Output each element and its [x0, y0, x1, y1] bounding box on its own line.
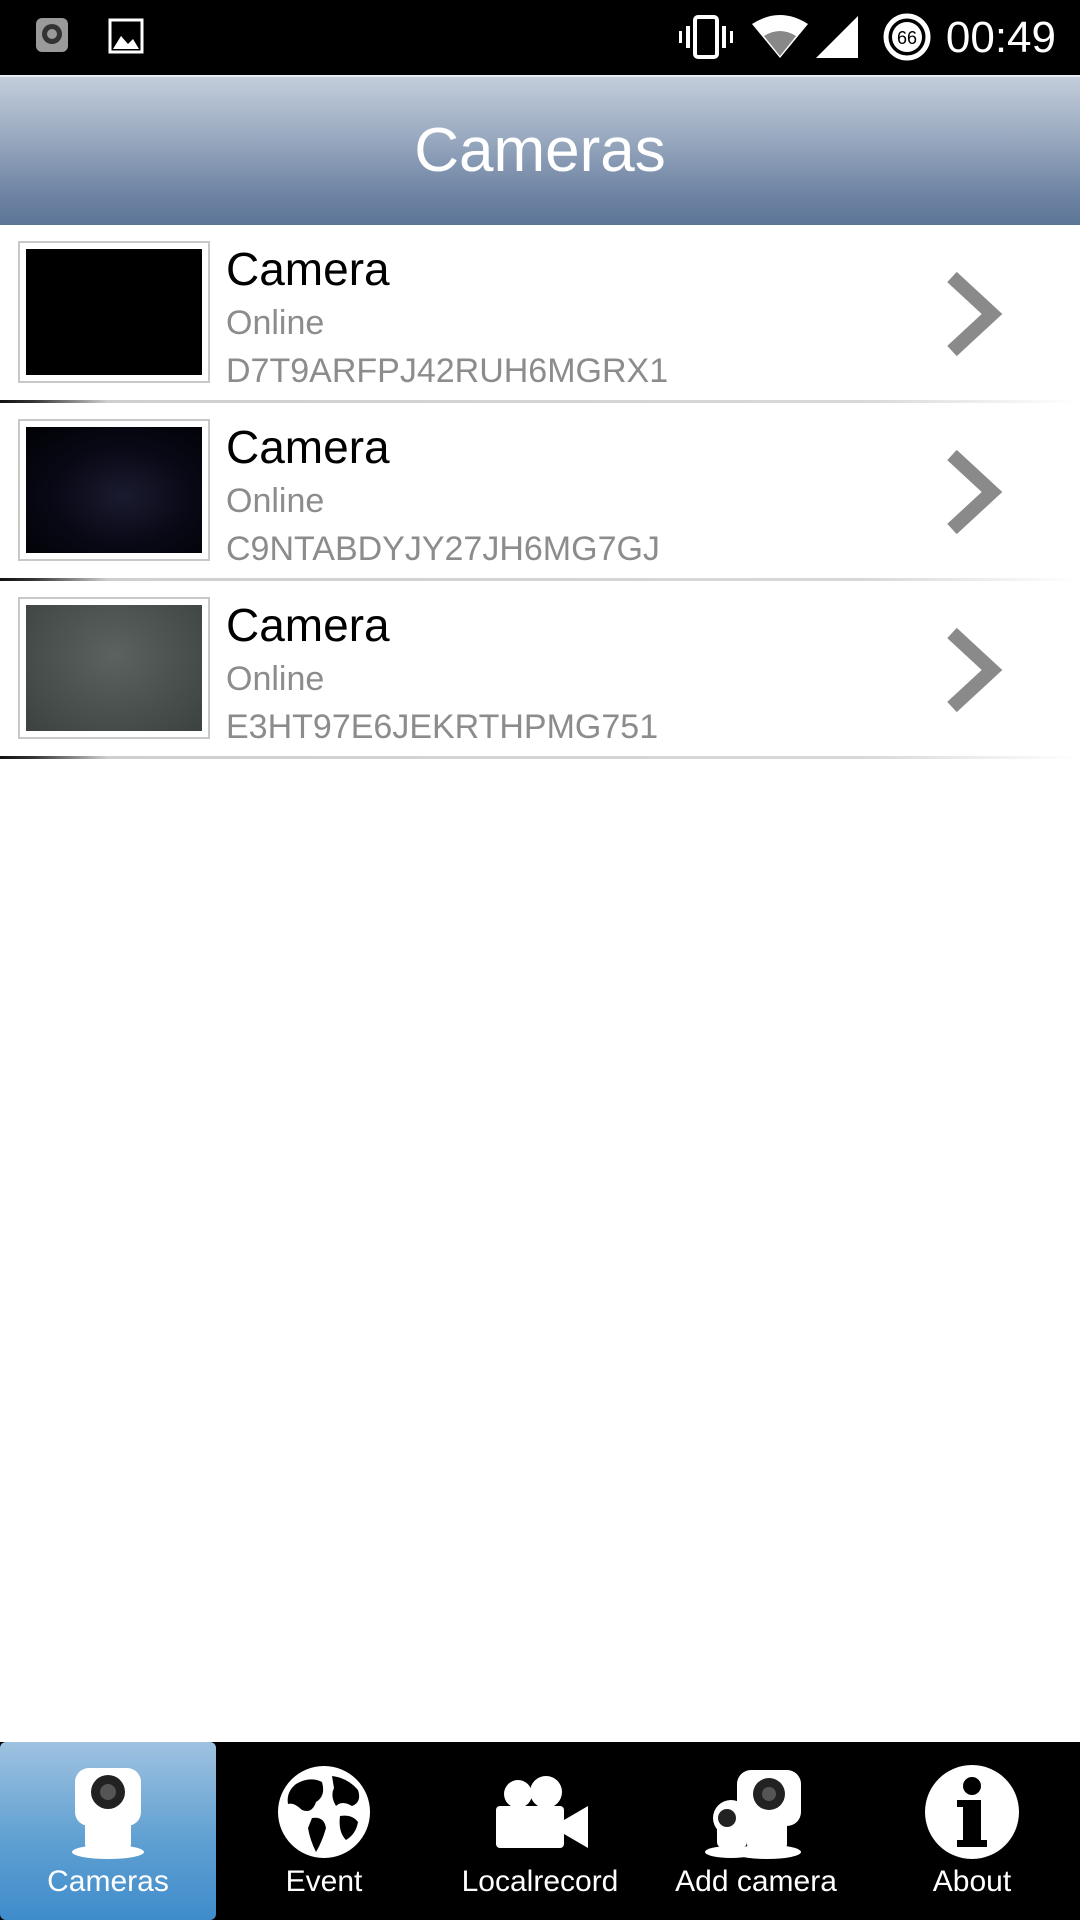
tab-label: Add camera	[675, 1865, 837, 1898]
camera-preview-image	[26, 605, 202, 731]
camera-row[interactable]: Camera Online D7T9ARFPJ42RUH6MGRX1	[0, 225, 1080, 403]
tab-label: Localrecord	[461, 1865, 619, 1898]
tab-add-camera[interactable]: Add camera	[648, 1742, 864, 1920]
camera-row[interactable]: Camera Online E3HT97E6JEKRTHPMG751	[0, 581, 1080, 759]
bottom-tab-bar: Cameras Event Localrecord Add camera Abo…	[0, 1742, 1080, 1920]
battery-level: 66	[897, 28, 917, 48]
camera-preview-image	[26, 427, 202, 553]
camera-status: Online	[226, 660, 325, 698]
status-bar: 66 00:49	[0, 0, 1080, 75]
tab-label: Cameras	[47, 1865, 169, 1898]
camera-preview-image	[26, 249, 202, 375]
camera-name: Camera	[226, 421, 390, 473]
video-camera-icon	[496, 1776, 588, 1848]
image-notification-icon	[108, 14, 144, 63]
camera-thumbnail	[18, 241, 210, 383]
tab-about[interactable]: About	[864, 1742, 1080, 1920]
camera-thumbnail	[18, 597, 210, 739]
title-bar: Cameras	[0, 75, 1080, 225]
clock-time: 00:49	[945, 13, 1056, 62]
camera-name: Camera	[226, 599, 390, 651]
wifi-icon	[750, 14, 810, 65]
camera-id: C9NTABDYJY27JH6MG7GJ	[226, 530, 660, 568]
tab-label: About	[932, 1865, 1012, 1898]
globe-icon	[278, 1766, 370, 1858]
screen: 66 00:49 Cameras Camera Online D7T9ARFPJ…	[0, 0, 1080, 1920]
page-title: Cameras	[414, 116, 666, 185]
info-icon	[925, 1765, 1019, 1859]
camera-notification-icon	[34, 14, 70, 63]
chevron-right-icon[interactable]	[944, 269, 1004, 359]
battery-icon: 66	[882, 10, 932, 69]
camera-name: Camera	[226, 243, 390, 295]
camera-id: D7T9ARFPJ42RUH6MGRX1	[226, 352, 669, 390]
cell-signal-icon	[814, 14, 860, 65]
camera-row[interactable]: Camera Online C9NTABDYJY27JH6MG7GJ	[0, 403, 1080, 581]
row-divider	[0, 756, 1080, 759]
chevron-right-icon[interactable]	[944, 625, 1004, 715]
chevron-right-icon[interactable]	[944, 447, 1004, 537]
camera-icon	[72, 1768, 144, 1859]
tab-cameras[interactable]: Cameras	[0, 1742, 216, 1920]
camera-thumbnail	[18, 419, 210, 561]
tab-label: Event	[285, 1865, 363, 1898]
add-camera-icon	[705, 1770, 801, 1859]
tab-event[interactable]: Event	[216, 1742, 432, 1920]
camera-id: E3HT97E6JEKRTHPMG751	[226, 708, 659, 746]
camera-list: Camera Online D7T9ARFPJ42RUH6MGRX1 Camer…	[0, 225, 1080, 759]
vibrate-icon	[678, 14, 734, 65]
camera-status: Online	[226, 482, 325, 520]
tab-localrecord[interactable]: Localrecord	[432, 1742, 648, 1920]
camera-status: Online	[226, 304, 325, 342]
